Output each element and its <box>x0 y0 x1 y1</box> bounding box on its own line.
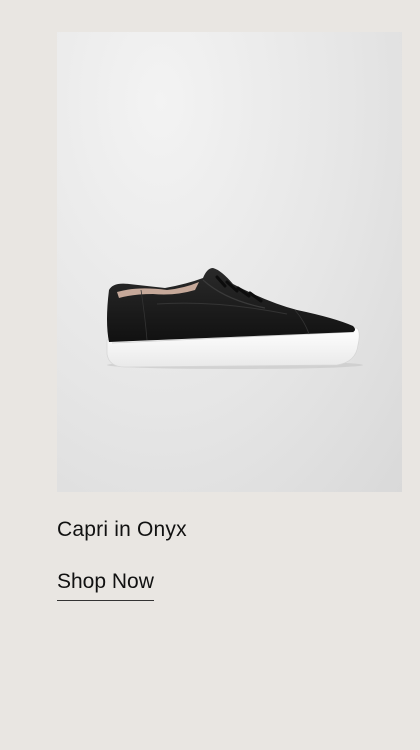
product-card: Capri in Onyx Shop Now <box>0 0 420 750</box>
sneaker-illustration <box>106 268 363 369</box>
shoe-upper <box>107 268 355 342</box>
product-title[interactable]: Capri in Onyx <box>57 516 187 544</box>
product-image[interactable] <box>57 32 402 492</box>
shop-now-link[interactable]: Shop Now <box>57 568 154 601</box>
